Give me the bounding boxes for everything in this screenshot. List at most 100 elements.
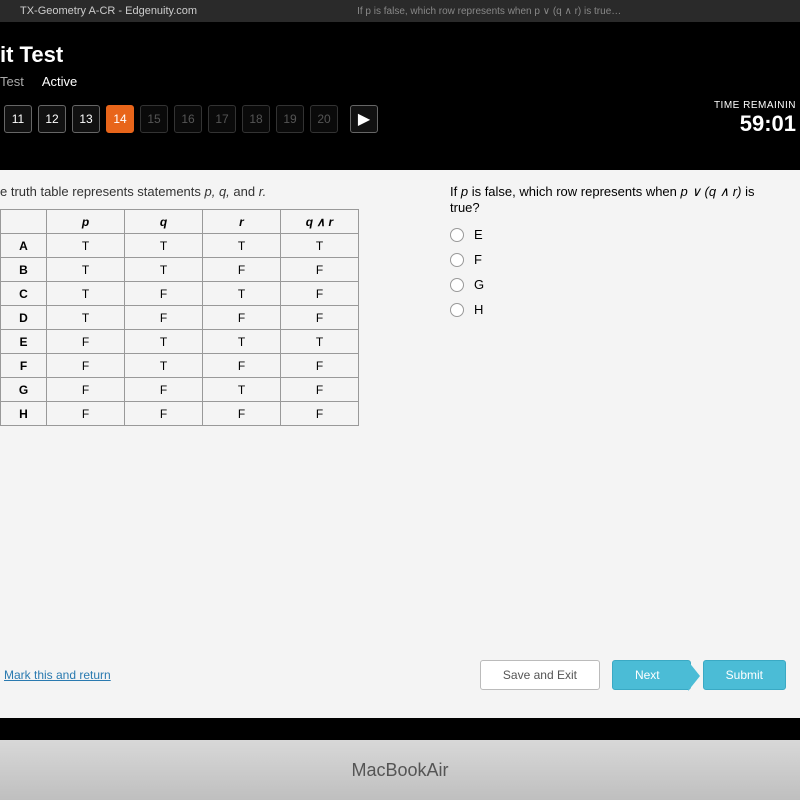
radio-icon <box>450 303 464 317</box>
timer: TIME REMAININ 59:01 <box>714 100 796 137</box>
row-label: H <box>1 402 47 426</box>
table-cell: F <box>281 402 359 426</box>
answer-option-f[interactable]: F <box>450 252 786 267</box>
laptop-brand: MacBook <box>351 760 426 781</box>
question-panel: If p is false, which row represents when… <box>450 184 786 426</box>
table-header: r <box>203 210 281 234</box>
question-nav-19[interactable]: 19 <box>276 105 304 133</box>
table-cell: F <box>281 378 359 402</box>
question-nav-13[interactable]: 13 <box>72 105 100 133</box>
browser-tab-bar: TX-Geometry A-CR - Edgenuity.com If p is… <box>0 0 800 22</box>
table-cell: T <box>203 378 281 402</box>
table-cell: T <box>47 258 125 282</box>
table-cell: F <box>203 402 281 426</box>
option-label: G <box>474 277 484 292</box>
browser-tab-1[interactable]: TX-Geometry A-CR - Edgenuity.com <box>20 5 197 17</box>
row-label: D <box>1 306 47 330</box>
table-cell: T <box>125 258 203 282</box>
question-nav-14[interactable]: 14 <box>106 105 134 133</box>
answer-option-g[interactable]: G <box>450 277 786 292</box>
question-nav-18[interactable]: 18 <box>242 105 270 133</box>
table-cell: F <box>47 402 125 426</box>
next-set-button[interactable]: ▶ <box>350 105 378 133</box>
header-tabs: Test Active <box>0 74 800 95</box>
option-label: E <box>474 227 483 242</box>
timer-label: TIME REMAININ <box>714 100 796 111</box>
footer-bar: Mark this and return Save and Exit Next … <box>0 660 786 690</box>
table-cell: T <box>125 354 203 378</box>
answer-option-h[interactable]: H <box>450 302 786 317</box>
table-caption: e truth table represents statements p, q… <box>0 184 420 199</box>
radio-icon <box>450 278 464 292</box>
question-text: If p is false, which row represents when… <box>450 184 786 215</box>
table-cell: F <box>281 354 359 378</box>
row-label: C <box>1 282 47 306</box>
table-header: q <box>125 210 203 234</box>
table-header: p <box>47 210 125 234</box>
truth-table: pqrq ∧ r ATTTTBTTFFCTFTFDTFFFEFTTTFFTFFG… <box>0 209 359 426</box>
laptop-bezel: MacBook Air <box>0 740 800 800</box>
table-cell: T <box>125 330 203 354</box>
next-button[interactable]: Next <box>612 660 691 690</box>
table-cell: F <box>281 282 359 306</box>
question-nav-17[interactable]: 17 <box>208 105 236 133</box>
question-nav-12[interactable]: 12 <box>38 105 66 133</box>
row-label: F <box>1 354 47 378</box>
table-cell: T <box>47 282 125 306</box>
question-nav-16[interactable]: 16 <box>174 105 202 133</box>
tab-active[interactable]: Active <box>42 74 77 95</box>
table-cell: F <box>125 402 203 426</box>
row-label: B <box>1 258 47 282</box>
option-label: H <box>474 302 483 317</box>
table-header <box>1 210 47 234</box>
table-row: FFTFF <box>1 354 359 378</box>
question-content: e truth table represents statements p, q… <box>0 170 800 718</box>
table-row: DTFFF <box>1 306 359 330</box>
radio-icon <box>450 228 464 242</box>
tab-test[interactable]: Test <box>0 74 24 95</box>
table-cell: F <box>281 258 359 282</box>
answer-options: EFGH <box>450 227 786 317</box>
table-cell: T <box>47 306 125 330</box>
page-title: it Test <box>0 42 800 68</box>
table-row: EFTTT <box>1 330 359 354</box>
table-row: CTFTF <box>1 282 359 306</box>
table-cell: F <box>47 378 125 402</box>
table-cell: F <box>47 330 125 354</box>
answer-option-e[interactable]: E <box>450 227 786 242</box>
laptop-model: Air <box>427 760 449 781</box>
table-cell: F <box>125 306 203 330</box>
table-cell: F <box>125 378 203 402</box>
table-cell: T <box>47 234 125 258</box>
mark-and-return-link[interactable]: Mark this and return <box>0 668 111 682</box>
table-cell: F <box>203 354 281 378</box>
play-icon: ▶ <box>358 109 370 129</box>
test-header: it Test Test Active 11 12 13 14 15 16 17… <box>0 22 800 170</box>
table-header: q ∧ r <box>281 210 359 234</box>
radio-icon <box>450 253 464 267</box>
option-label: F <box>474 252 482 267</box>
table-cell: T <box>281 330 359 354</box>
table-cell: F <box>203 306 281 330</box>
timer-value: 59:01 <box>714 111 796 137</box>
table-cell: F <box>47 354 125 378</box>
row-label: E <box>1 330 47 354</box>
browser-tab-2[interactable]: If p is false, which row represents when… <box>357 6 621 17</box>
truth-table-panel: e truth table represents statements p, q… <box>0 184 420 426</box>
question-nav-20[interactable]: 20 <box>310 105 338 133</box>
table-cell: F <box>203 258 281 282</box>
row-label: A <box>1 234 47 258</box>
table-row: GFFTF <box>1 378 359 402</box>
save-and-exit-button[interactable]: Save and Exit <box>480 660 600 690</box>
question-nav-15[interactable]: 15 <box>140 105 168 133</box>
table-cell: T <box>125 234 203 258</box>
row-label: G <box>1 378 47 402</box>
question-nav-11[interactable]: 11 <box>4 105 32 133</box>
table-cell: T <box>281 234 359 258</box>
question-nav: 11 12 13 14 15 16 17 18 19 20 ▶ <box>0 105 800 133</box>
table-row: HFFFF <box>1 402 359 426</box>
submit-button[interactable]: Submit <box>703 660 786 690</box>
table-row: ATTTT <box>1 234 359 258</box>
table-row: BTTFF <box>1 258 359 282</box>
table-cell: T <box>203 282 281 306</box>
